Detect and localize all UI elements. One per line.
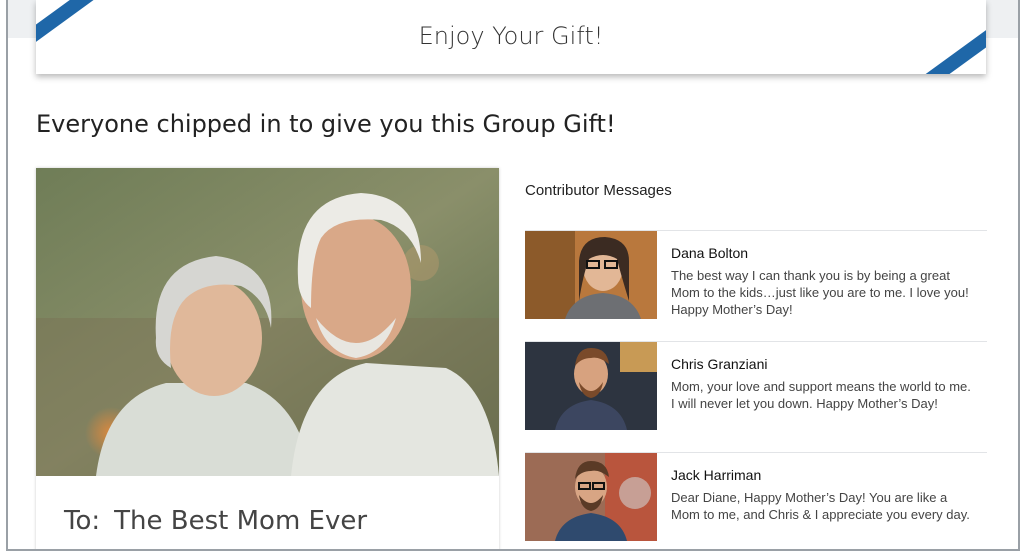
contributor-message-text: Mom, your love and support means the wor… [671, 379, 971, 411]
contributor-messages-title: Contributor Messages [525, 182, 672, 199]
avatar [525, 453, 657, 541]
app-frame: Enjoy Your Gift! Everyone chipped in to … [6, 0, 1020, 551]
contributor-message-text: Dear Diane, Happy Mother’s Day! You are … [671, 490, 970, 522]
avatar [525, 342, 657, 430]
contributor-message: Chris Granziani Mom, your love and suppo… [525, 341, 987, 452]
gift-recipient: To: The Best Mom Ever [64, 506, 367, 536]
to-label: To: [64, 506, 101, 536]
contributor-message-text: The best way I can thank you is by being… [671, 268, 969, 317]
gift-banner: Enjoy Your Gift! [36, 0, 986, 74]
banner-title: Enjoy Your Gift! [418, 22, 604, 50]
couple-photo [36, 168, 499, 476]
page-headline: Everyone chipped in to give you this Gro… [36, 110, 616, 138]
contributor-name: Jack Harriman [671, 467, 762, 483]
gift-photo-card: To: The Best Mom Ever [36, 168, 499, 549]
contributor-name: Dana Bolton [671, 245, 749, 261]
contributor-name: Chris Granziani [671, 356, 768, 372]
contributor-message: Dana Bolton The best way I can thank you… [525, 230, 987, 341]
contributor-message: Jack Harriman Dear Diane, Happy Mother’s… [525, 452, 987, 549]
avatar [525, 231, 657, 319]
recipient-name: The Best Mom Ever [114, 506, 368, 536]
